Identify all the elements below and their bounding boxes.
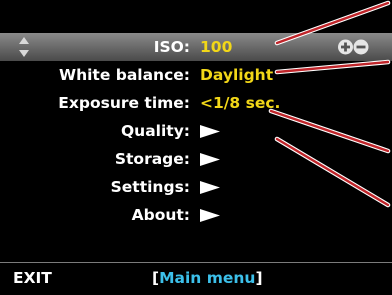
settings-label: Settings: xyxy=(110,178,190,196)
white-balance-value: Daylight xyxy=(200,66,274,84)
right-triangle-icon xyxy=(200,181,220,194)
menu-row-settings[interactable]: Settings: xyxy=(0,173,392,201)
menu-row-storage[interactable]: Storage: xyxy=(0,145,392,173)
camera-menu-screen: ISO: 100 White balance: Daylight Exposur… xyxy=(0,0,392,295)
plus-minus-icon[interactable] xyxy=(337,38,371,56)
about-label: About: xyxy=(131,206,190,224)
exposure-time-value: <1/8 sec. xyxy=(200,94,281,112)
exit-button[interactable]: EXIT xyxy=(13,265,52,291)
footer-divider xyxy=(0,262,392,263)
menu-row-exposure-time[interactable]: Exposure time: <1/8 sec. xyxy=(0,89,392,117)
quality-label: Quality: xyxy=(120,122,190,140)
menu-title: [Main menu] xyxy=(152,269,263,287)
up-down-arrows-icon xyxy=(19,37,29,57)
iso-label: ISO: xyxy=(153,38,190,56)
white-balance-label: White balance: xyxy=(58,66,190,84)
menu-row-white-balance[interactable]: White balance: Daylight xyxy=(0,61,392,89)
menu-row-quality[interactable]: Quality: xyxy=(0,117,392,145)
menu-row-iso[interactable]: ISO: 100 xyxy=(0,33,392,61)
right-triangle-icon xyxy=(200,125,220,138)
iso-value: 100 xyxy=(200,38,233,56)
right-triangle-icon xyxy=(200,153,220,166)
menu-row-about[interactable]: About: xyxy=(0,201,392,229)
storage-label: Storage: xyxy=(114,150,190,168)
right-triangle-icon xyxy=(200,209,220,222)
exposure-time-label: Exposure time: xyxy=(58,94,190,112)
